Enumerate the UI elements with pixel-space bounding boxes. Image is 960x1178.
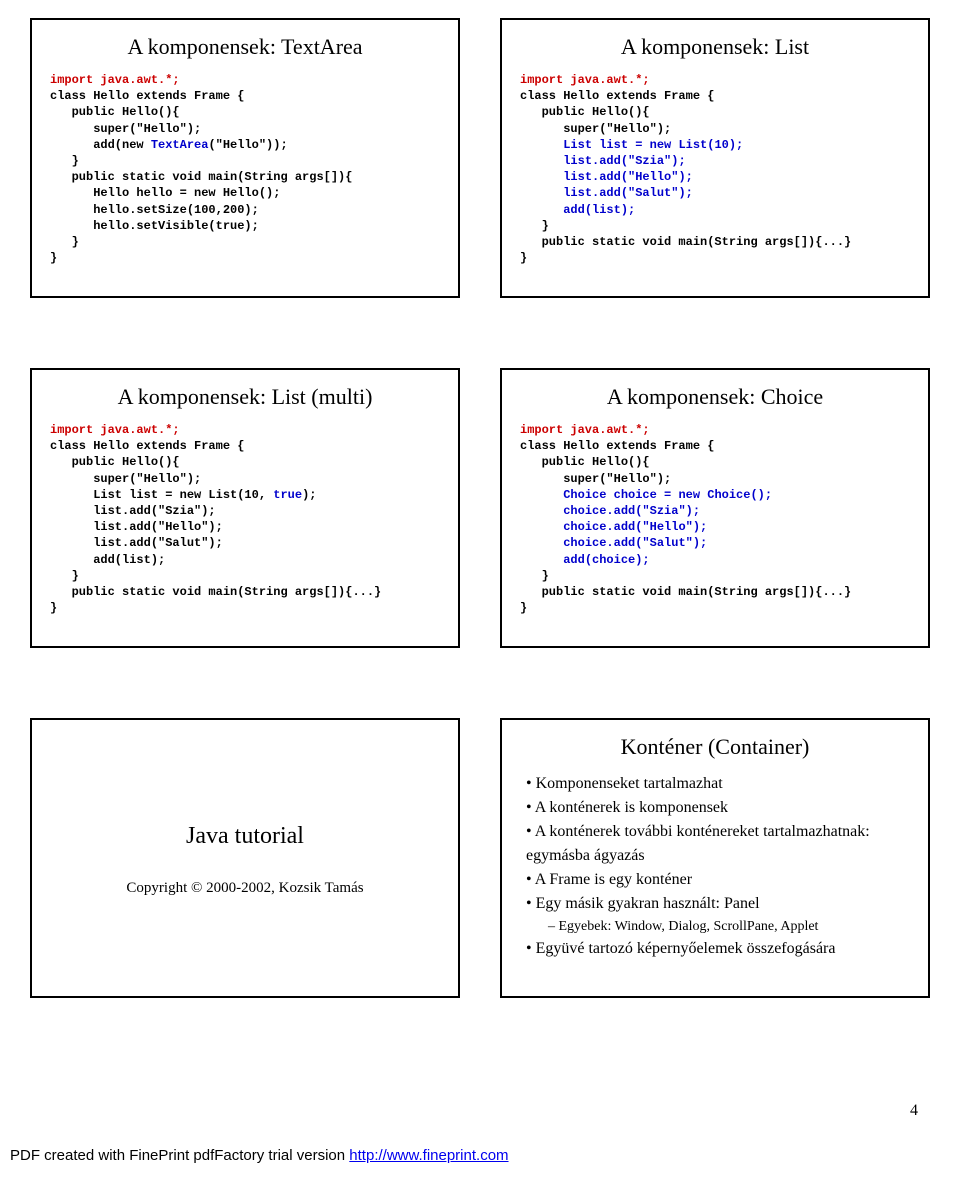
code-block: import java.awt.*; class Hello extends F… [50, 422, 440, 616]
slide-title: Konténer (Container) [520, 734, 910, 760]
list-item: Együvé tartozó képernyőelemek összefogás… [526, 937, 910, 961]
page-number: 4 [910, 1102, 918, 1120]
slide-container: Konténer (Container) Komponenseket tarta… [500, 718, 930, 998]
list-item: A konténerek további konténereket tartal… [526, 820, 910, 868]
list-item: Egyebek: Window, Dialog, ScrollPane, App… [526, 916, 910, 937]
slide-tutorial: Java tutorial Copyright © 2000-2002, Koz… [30, 718, 460, 998]
slide-subtitle: Copyright © 2000-2002, Kozsik Tamás [50, 880, 440, 897]
slide-title: A komponensek: Choice [520, 384, 910, 410]
code-block: import java.awt.*; class Hello extends F… [520, 72, 910, 266]
list-item: A Frame is egy konténer [526, 868, 910, 892]
slide-title: A komponensek: TextArea [50, 34, 440, 60]
footer-link[interactable]: http://www.fineprint.com [349, 1147, 508, 1164]
code-block: import java.awt.*; class Hello extends F… [520, 422, 910, 616]
code-block: import java.awt.*; class Hello extends F… [50, 72, 440, 266]
list-item: A konténerek is komponensek [526, 796, 910, 820]
slide-textarea: A komponensek: TextArea import java.awt.… [30, 18, 460, 298]
bullet-list: Komponenseket tartalmazhatA konténerek i… [520, 772, 910, 961]
slide-list-multi: A komponensek: List (multi) import java.… [30, 368, 460, 648]
slide-choice: A komponensek: Choice import java.awt.*;… [500, 368, 930, 648]
footer-text: PDF created with FinePrint pdfFactory tr… [10, 1147, 509, 1164]
list-item: Egy másik gyakran használt: Panel [526, 892, 910, 916]
slide-title: Java tutorial [50, 823, 440, 850]
slide-list: A komponensek: List import java.awt.*; c… [500, 18, 930, 298]
footer-prefix: PDF created with FinePrint pdfFactory tr… [10, 1147, 349, 1164]
list-item: Komponenseket tartalmazhat [526, 772, 910, 796]
slide-title: A komponensek: List [520, 34, 910, 60]
slide-title: A komponensek: List (multi) [50, 384, 440, 410]
